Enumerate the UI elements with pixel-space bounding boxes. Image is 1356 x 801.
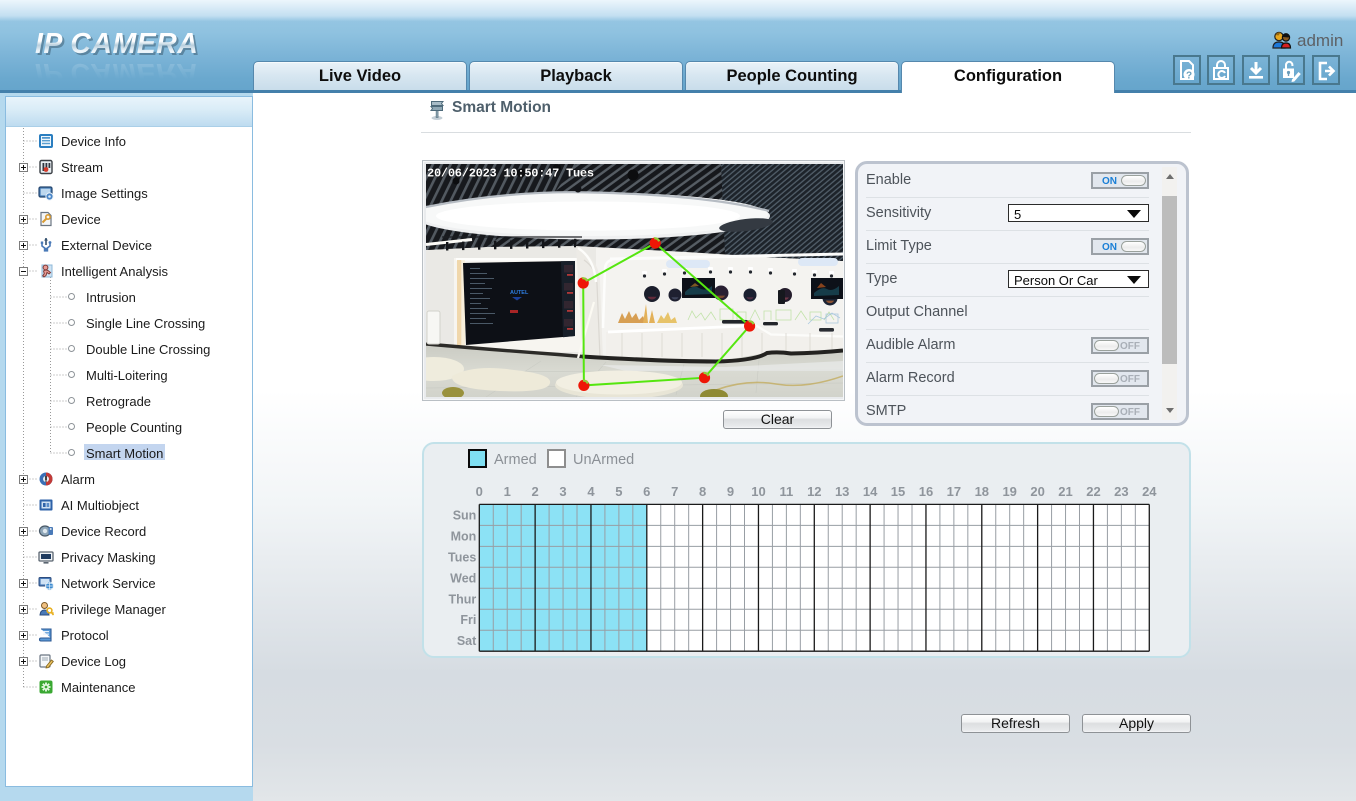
svg-text:15: 15 (891, 484, 905, 499)
svg-text:11: 11 (780, 484, 794, 499)
svg-text:4: 4 (587, 484, 595, 499)
svg-text:Thur: Thur (449, 592, 477, 606)
svg-text:Mon: Mon (451, 529, 477, 543)
svg-text:23: 23 (1114, 484, 1128, 499)
svg-text:Fri: Fri (460, 613, 476, 627)
svg-text:?: ? (1186, 71, 1192, 82)
svg-text:3: 3 (559, 484, 566, 499)
svg-text:13: 13 (835, 484, 849, 499)
svg-text:1: 1 (504, 484, 511, 499)
svg-text:17: 17 (947, 484, 961, 499)
svg-text:22: 22 (1086, 484, 1100, 499)
svg-text:19: 19 (1002, 484, 1016, 499)
svg-text:6: 6 (643, 484, 650, 499)
svg-text:24: 24 (1142, 484, 1157, 499)
svg-text:Sun: Sun (453, 508, 477, 522)
svg-text:10: 10 (751, 484, 765, 499)
svg-text:AUTEL: AUTEL (510, 290, 529, 296)
svg-text:16: 16 (919, 484, 933, 499)
svg-text:14: 14 (863, 484, 878, 499)
svg-text:7: 7 (671, 484, 678, 499)
svg-text:9: 9 (727, 484, 734, 499)
svg-text:20/06/2023 10:50:47 Tues: 20/06/2023 10:50:47 Tues (427, 167, 594, 181)
svg-text:8: 8 (699, 484, 706, 499)
svg-text:Wed: Wed (450, 571, 476, 585)
svg-text:2: 2 (531, 484, 538, 499)
svg-text:20: 20 (1030, 484, 1044, 499)
svg-text:18: 18 (975, 484, 989, 499)
svg-text:0: 0 (476, 484, 483, 499)
svg-text:12: 12 (807, 484, 821, 499)
svg-text:Sat: Sat (457, 634, 477, 648)
svg-text:5: 5 (615, 484, 622, 499)
svg-text:Tues: Tues (448, 550, 476, 564)
svg-text:21: 21 (1058, 484, 1072, 499)
